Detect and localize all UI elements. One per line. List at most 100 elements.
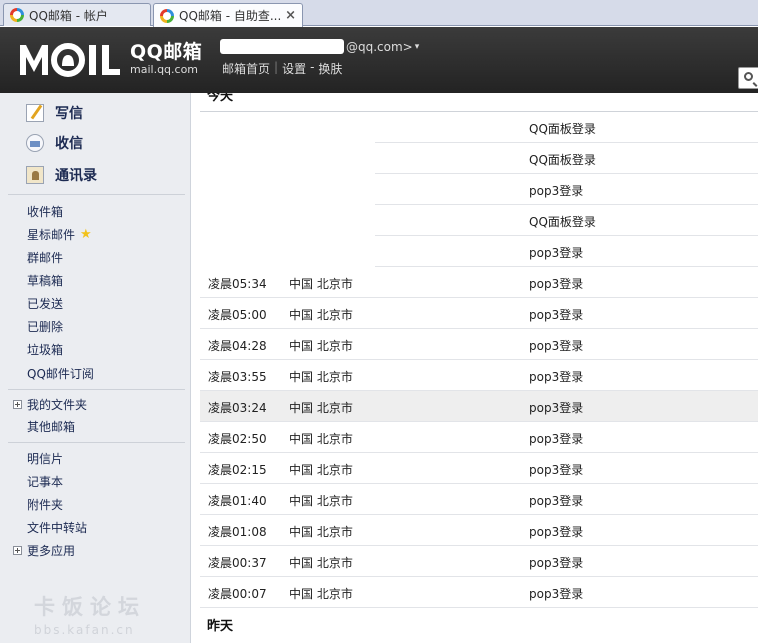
table-row: 凌晨03:55 中国 北京市 pop3登录 <box>200 360 758 391</box>
login-time: 凌晨05:34 <box>208 277 267 291</box>
link-separator: - <box>310 60 315 74</box>
expand-plus-icon[interactable] <box>13 546 22 555</box>
login-time: 凌晨03:55 <box>208 370 267 384</box>
login-location: 中国 北京市 <box>289 463 353 477</box>
sidebar-divider <box>8 389 185 390</box>
qq-favicon-icon <box>160 8 174 23</box>
sidebar-item-notebook[interactable]: 记事本 <box>27 473 63 490</box>
login-type: pop3登录 <box>529 184 584 198</box>
sidebar-item-attachments[interactable]: 附件夹 <box>27 496 63 513</box>
contacts-icon <box>26 166 44 184</box>
redaction-mask <box>200 205 375 236</box>
login-type: pop3登录 <box>529 370 584 384</box>
browser-tab-account[interactable]: QQ邮箱 - 帐户 <box>3 3 151 26</box>
table-row: 凌晨03:24 中国 北京市 pop3登录 <box>200 391 758 422</box>
header-links: 邮箱首页 | 设置 - 换肤 <box>222 60 342 77</box>
tab-title: QQ邮箱 - 自助查... <box>179 9 282 23</box>
watermark-title: 卡饭论坛 <box>34 595 146 619</box>
chevron-down-icon: ▾ <box>414 41 420 52</box>
watermark-url: bbs.kafan.cn <box>34 623 135 637</box>
sidebar-item-inbox[interactable]: 收件箱 <box>27 203 63 220</box>
redaction-mask <box>200 174 375 205</box>
login-type: pop3登录 <box>529 556 584 570</box>
login-location: 中国 北京市 <box>289 525 353 539</box>
redaction-mask <box>200 112 375 143</box>
compose-button[interactable]: 写信 <box>26 101 83 125</box>
search-icon <box>744 72 753 81</box>
account-redaction <box>220 39 344 54</box>
sidebar-item-my-folders[interactable]: 我的文件夹 <box>27 396 87 413</box>
login-type: QQ面板登录 <box>529 122 596 136</box>
contacts-label: 通讯录 <box>55 168 97 184</box>
login-type: pop3登录 <box>529 339 584 353</box>
table-row: 凌晨01:40 中国 北京市 pop3登录 <box>200 484 758 515</box>
sidebar-item-subscriptions[interactable]: QQ邮件订阅 <box>27 365 94 382</box>
write-icon <box>26 104 44 122</box>
table-row: pop3登录 <box>200 236 758 267</box>
section-yesterday: 昨天 <box>207 619 234 634</box>
login-time: 凌晨01:08 <box>208 525 267 539</box>
section-today: 今天 <box>207 93 234 104</box>
watermark: 卡饭论坛 bbs.kafan.cn <box>34 591 146 637</box>
login-type: pop3登录 <box>529 401 584 415</box>
account-switcher[interactable]: @qq.com> ▾ <box>220 39 419 54</box>
table-row: 凌晨02:15 中国 北京市 pop3登录 <box>200 453 758 484</box>
login-type: pop3登录 <box>529 246 584 260</box>
browser-tab-self-service[interactable]: QQ邮箱 - 自助查... × <box>153 3 303 27</box>
redaction-mask <box>200 143 375 174</box>
sidebar-item-label: 星标邮件 <box>27 228 76 242</box>
browser-tab-strip: QQ邮箱 - 帐户 QQ邮箱 - 自助查... × <box>0 0 758 27</box>
login-time: 凌晨01:40 <box>208 494 267 508</box>
sidebar-item-more-apps[interactable]: 更多应用 <box>27 542 75 559</box>
login-time: 凌晨02:50 <box>208 432 267 446</box>
login-location: 中国 北京市 <box>289 556 353 570</box>
link-change-skin[interactable]: 换肤 <box>318 60 342 77</box>
sidebar-item-drafts[interactable]: 草稿箱 <box>27 272 63 289</box>
login-time: 凌晨05:00 <box>208 308 267 322</box>
close-tab-icon[interactable]: × <box>285 8 296 23</box>
login-type: pop3登录 <box>529 308 584 322</box>
table-row: 凌晨04:28 中国 北京市 pop3登录 <box>200 329 758 360</box>
login-time: 凌晨00:37 <box>208 556 267 570</box>
sidebar-item-group-mail[interactable]: 群邮件 <box>27 249 63 266</box>
sidebar-item-starred[interactable]: 星标邮件 ★ <box>27 226 92 243</box>
table-row: 凌晨02:50 中国 北京市 pop3登录 <box>200 422 758 453</box>
receive-button[interactable]: 收信 <box>26 131 83 155</box>
tab-title: QQ邮箱 - 帐户 <box>29 8 108 23</box>
sidebar-item-spam[interactable]: 垃圾箱 <box>27 341 63 358</box>
link-mail-home[interactable]: 邮箱首页 <box>222 60 270 77</box>
inbox-icon <box>26 134 44 152</box>
login-type: pop3登录 <box>529 277 584 291</box>
login-time: 凌晨02:15 <box>208 463 267 477</box>
sidebar-item-sent[interactable]: 已发送 <box>27 295 63 312</box>
mail-header: QQ邮箱 mail.qq.com @qq.com> ▾ 邮箱首页 | 设置 - … <box>0 27 758 93</box>
search-input[interactable] <box>738 67 758 89</box>
login-location: 中国 北京市 <box>289 277 353 291</box>
table-row: QQ面板登录 <box>200 143 758 174</box>
star-icon: ★ <box>80 227 92 242</box>
table-row: pop3登录 <box>200 174 758 205</box>
login-type: QQ面板登录 <box>529 215 596 229</box>
login-location: 中国 北京市 <box>289 370 353 384</box>
link-settings[interactable]: 设置 <box>282 60 306 77</box>
login-type: pop3登录 <box>529 463 584 477</box>
expand-plus-icon[interactable] <box>13 400 22 409</box>
sidebar-item-postcard[interactable]: 明信片 <box>27 450 63 467</box>
sidebar-item-other-mailboxes[interactable]: 其他邮箱 <box>27 418 75 435</box>
table-row: 凌晨01:08 中国 北京市 pop3登录 <box>200 515 758 546</box>
sidebar-item-deleted[interactable]: 已删除 <box>27 318 63 335</box>
contacts-button[interactable]: 通讯录 <box>26 163 97 187</box>
login-type: pop3登录 <box>529 432 584 446</box>
login-location: 中国 北京市 <box>289 339 353 353</box>
compose-label: 写信 <box>55 106 83 122</box>
sidebar: 写信 收信 通讯录 收件箱 星标邮件 ★ 群邮件 草稿箱 已发送 已删除 垃圾箱… <box>0 93 191 643</box>
qq-favicon-icon <box>10 8 24 22</box>
sidebar-item-file-transfer[interactable]: 文件中转站 <box>27 519 87 536</box>
sidebar-divider <box>8 442 185 443</box>
login-time: 凌晨03:24 <box>208 401 267 415</box>
sidebar-divider <box>8 194 185 195</box>
table-row: QQ面板登录 <box>200 112 758 143</box>
table-row: QQ面板登录 <box>200 205 758 236</box>
moil-logo <box>20 43 120 77</box>
login-type: pop3登录 <box>529 494 584 508</box>
